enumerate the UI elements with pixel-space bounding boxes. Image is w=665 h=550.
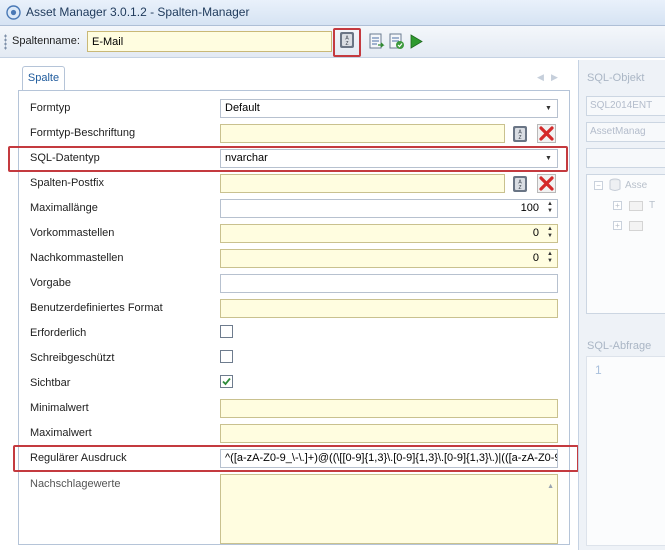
label-minimalwert: Minimalwert: [30, 402, 89, 414]
database-box[interactable]: AssetManag: [586, 122, 665, 142]
folder-icon: [629, 201, 643, 211]
maximalwert-input[interactable]: [220, 424, 558, 443]
label-spalten-postfix: Spalten-Postfix: [30, 177, 104, 189]
sort-az-icon: A Z: [512, 175, 527, 192]
tree-root-label[interactable]: Asse: [625, 180, 647, 191]
schreibgeschuetzt-checkbox[interactable]: [220, 350, 233, 363]
spalten-postfix-sort-button[interactable]: A Z: [510, 174, 529, 193]
label-maximalwert: Maximalwert: [30, 427, 92, 439]
tree-collapse-icon[interactable]: −: [594, 181, 603, 190]
vorgabe-input[interactable]: [220, 274, 558, 293]
minimalwert-input[interactable]: [220, 399, 558, 418]
formtyp-beschriftung-delete-button[interactable]: [537, 124, 556, 143]
column-name-label: Spaltenname:: [12, 35, 80, 47]
sort-az-icon: A Z: [512, 125, 527, 142]
label-benutzerdefiniertes-format: Benutzerdefiniertes Format: [30, 302, 163, 314]
label-maximallaenge: Maximallänge: [30, 202, 98, 214]
run-icon: [410, 33, 423, 49]
app-icon: [6, 5, 21, 20]
chevron-down-icon: ▼: [545, 105, 552, 112]
line-number: 1: [595, 363, 602, 377]
nachkommastellen-spinner[interactable]: 0 ▲ ▼: [220, 249, 558, 268]
formtyp-beschriftung-input[interactable]: [220, 124, 505, 143]
label-sichtbar: Sichtbar: [30, 377, 71, 389]
tab-scroll-right-icon[interactable]: ▶: [551, 72, 558, 83]
scroll-up-icon[interactable]: ▲: [547, 483, 554, 490]
highlight-regulaerer-ausdruck: [13, 445, 579, 472]
svg-text:Z: Z: [518, 185, 521, 191]
label-formtyp: Formtyp: [30, 102, 71, 114]
title-bar: Asset Manager 3.0.1.2 - Spalten-Manager: [0, 0, 665, 26]
save-check-icon: [389, 33, 404, 49]
label-formtyp-beschriftung: Formtyp-Beschriftung: [30, 127, 136, 139]
highlight-sql-datentyp: [8, 146, 568, 172]
spalten-postfix-delete-button[interactable]: [537, 174, 556, 193]
database-icon: [609, 178, 621, 191]
sql-editor[interactable]: [586, 356, 665, 546]
filter-box[interactable]: [586, 148, 665, 168]
benutzerdefiniertes-format-input[interactable]: [220, 299, 558, 318]
vorkommastellen-spinner[interactable]: 0 ▲ ▼: [220, 224, 558, 243]
maximallaenge-spinner[interactable]: 100 ▲ ▼: [220, 199, 558, 218]
formtyp-beschriftung-sort-button[interactable]: A Z: [510, 124, 529, 143]
run-button[interactable]: [406, 32, 424, 50]
script-icon: [369, 33, 385, 48]
column-name-input[interactable]: [87, 31, 332, 52]
erforderlich-checkbox[interactable]: [220, 325, 233, 338]
tree-child-label[interactable]: T: [649, 200, 655, 211]
server-box[interactable]: SQL2014ENT: [586, 96, 665, 116]
label-vorkommastellen: Vorkommastellen: [30, 227, 115, 239]
svg-text:Z: Z: [518, 135, 521, 141]
right-pane: SQL-Objekt SQL2014ENT AssetManag − Asse …: [578, 60, 665, 550]
spinner-arrows-icon[interactable]: ▲ ▼: [545, 201, 555, 216]
toolbar-grip[interactable]: [4, 34, 7, 50]
label-nachschlagewerte: Nachschlagewerte: [30, 478, 121, 490]
formtyp-dropdown[interactable]: Default ▼: [220, 99, 558, 118]
tree-expand-icon[interactable]: +: [613, 221, 622, 230]
label-erforderlich: Erforderlich: [30, 327, 87, 339]
label-schreibgeschuetzt: Schreibgeschützt: [30, 352, 115, 364]
delete-icon: [537, 174, 556, 193]
object-tree: − Asse + T +: [586, 174, 665, 314]
spinner-arrows-icon[interactable]: ▲ ▼: [545, 251, 555, 266]
spalten-postfix-input[interactable]: [220, 174, 505, 193]
tab-spalte[interactable]: Spalte: [22, 66, 65, 91]
folder-icon: [629, 221, 643, 231]
sichtbar-checkbox[interactable]: [220, 375, 233, 388]
highlight-sort-button: [333, 28, 361, 57]
tree-expand-icon[interactable]: +: [613, 201, 622, 210]
script-button[interactable]: [367, 32, 385, 50]
tab-scroll-left-icon[interactable]: ◀: [537, 72, 544, 83]
sql-query-header: SQL-Abfrage: [587, 340, 652, 352]
checkmark-icon: [222, 377, 231, 386]
sql-object-header: SQL-Objekt: [587, 72, 645, 84]
nachschlagewerte-textarea[interactable]: ▲: [220, 474, 558, 544]
save-check-button[interactable]: [387, 32, 405, 50]
spinner-arrows-icon[interactable]: ▲ ▼: [545, 226, 555, 241]
label-vorgabe: Vorgabe: [30, 277, 71, 289]
delete-icon: [537, 124, 556, 143]
label-nachkommastellen: Nachkommastellen: [30, 252, 124, 264]
window-title: Asset Manager 3.0.1.2 - Spalten-Manager: [26, 5, 250, 19]
